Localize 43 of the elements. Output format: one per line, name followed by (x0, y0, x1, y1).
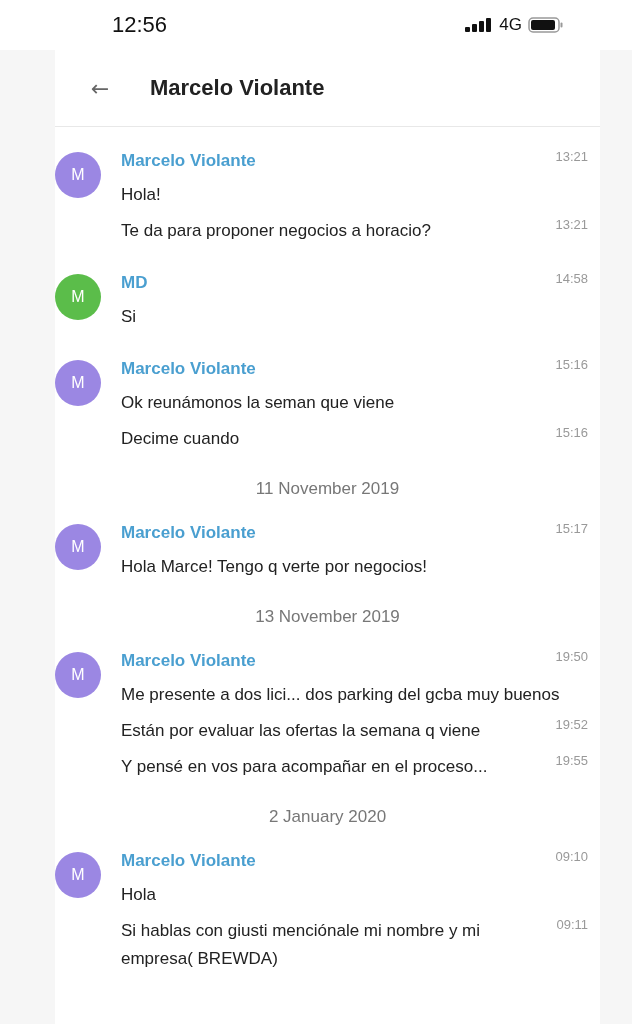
message-text: Si hablas con giusti menciónale mi nombre y mi empresa( BREWDA) (121, 920, 482, 970)
message-text: Decime cuando (121, 428, 240, 450)
message-time: 19:50 (555, 649, 588, 664)
status-time: 12:56 (112, 12, 168, 38)
message-time: 15:17 (555, 521, 588, 536)
message-text: Hola Marce! Tengo q verte por negocios! (121, 556, 427, 578)
message-text: Te da para proponer negocios a horacio? (121, 220, 431, 242)
avatar: M (55, 152, 101, 198)
sender-name: Marcelo Violante (121, 851, 256, 871)
sender-name: Marcelo Violante (121, 523, 256, 543)
message-time: 15:16 (555, 425, 588, 440)
avatar: M (55, 852, 101, 898)
sender-name: MD (121, 273, 148, 293)
sender-name: Marcelo Violante (121, 151, 256, 171)
message-text: Y pensé en vos para acompañar en el proceso... (121, 756, 488, 778)
date-separator: 2 January 2020 (267, 807, 388, 827)
date-separator: 11 November 2019 (254, 479, 401, 499)
date-separator: 13 November 2019 (254, 607, 401, 627)
network-label: 4G (499, 15, 522, 35)
message-time: 14:58 (555, 271, 588, 286)
message-time: 13:21 (555, 217, 588, 232)
message-time: 13:21 (555, 149, 588, 164)
message-time: 19:52 (555, 717, 588, 732)
signal-icon (465, 18, 494, 32)
message-text: Hola (121, 884, 156, 906)
message-time: 09:11 (556, 917, 588, 932)
sender-name: Marcelo Violante (121, 651, 256, 671)
message-time: 09:10 (555, 849, 588, 864)
message-text: Ok reunámonos la seman que viene (121, 392, 395, 414)
message-text: Hola! (121, 184, 161, 206)
message-time: 15:16 (555, 357, 588, 372)
message-text: Me presente a dos lici... dos parking del gcba muy buenos (121, 684, 560, 706)
back-button[interactable]: ← (88, 75, 112, 101)
message-text: Si (121, 306, 137, 328)
battery-icon (528, 17, 564, 33)
avatar: M (55, 524, 101, 570)
chat-title: Marcelo Violante (150, 75, 325, 101)
sender-name: Marcelo Violante (121, 359, 256, 379)
message-time: 19:55 (555, 753, 588, 768)
avatar: M (55, 360, 101, 406)
avatar: M (55, 652, 101, 698)
message-text: Están por evaluar las ofertas la semana q viene (121, 720, 481, 742)
avatar: M (55, 274, 101, 320)
